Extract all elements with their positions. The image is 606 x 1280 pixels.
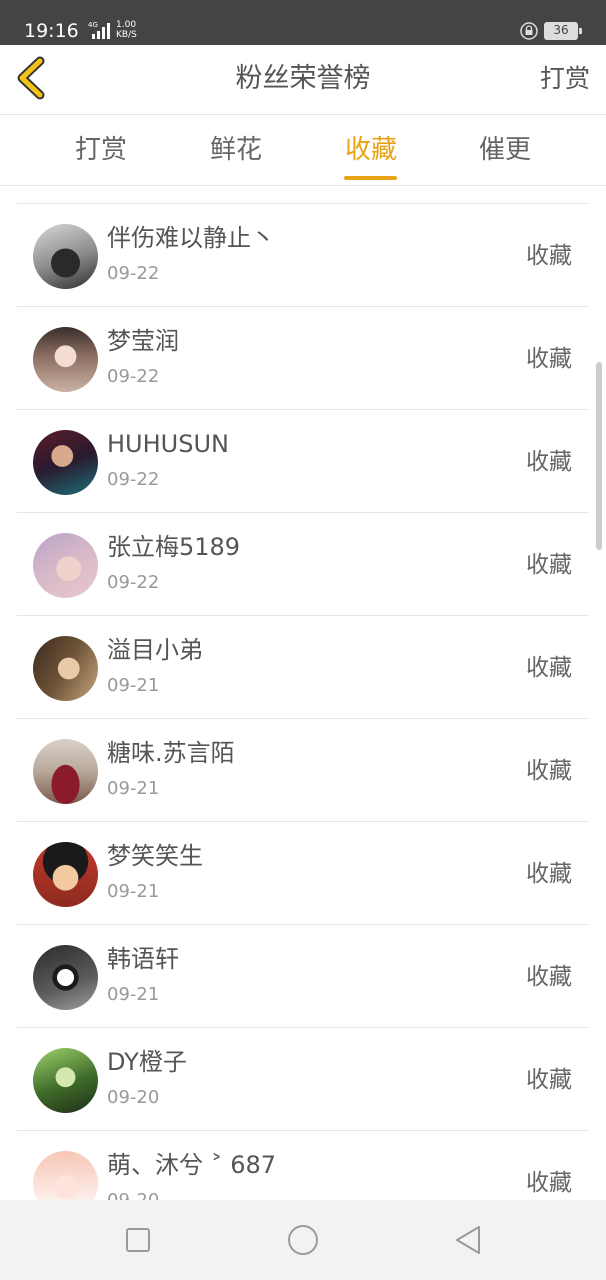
avatar[interactable] [33, 636, 98, 701]
favorite-label: 收藏 [526, 861, 572, 887]
reward-button[interactable]: 打赏 [540, 61, 590, 97]
tab-flowers[interactable]: 鲜花 [186, 132, 286, 168]
fan-date: 09-21 [107, 984, 160, 1005]
avatar[interactable] [33, 430, 98, 495]
active-tab-indicator [344, 176, 397, 180]
square-icon[interactable] [118, 1220, 158, 1260]
fan-name: 梦莹润 [107, 327, 179, 355]
favorite-label: 收藏 [526, 758, 572, 784]
list-item[interactable]: 梦莹润 09-22 收藏 [17, 307, 589, 410]
status-bar: 19:16 4G 1.00 KB/S 36 [0, 0, 606, 45]
list-item[interactable]: 梦笑笑生 09-21 收藏 [17, 822, 589, 925]
list-item[interactable]: 张立梅5189 09-22 收藏 [17, 513, 589, 616]
favorite-label: 收藏 [526, 964, 572, 990]
fan-date: 09-22 [107, 263, 160, 284]
favorite-label: 收藏 [526, 655, 572, 681]
circle-icon[interactable] [283, 1220, 323, 1260]
signal-icon: 4G [84, 20, 112, 40]
fan-name: 梦笑笑生 [107, 842, 203, 870]
page-title: 粉丝荣誉榜 [235, 63, 371, 94]
list-item[interactable]: 溢目小弟 09-21 收藏 [17, 616, 589, 719]
status-time: 19:16 [24, 20, 79, 42]
favorite-label: 收藏 [526, 1067, 572, 1093]
avatar[interactable] [33, 1048, 98, 1113]
favorite-label: 收藏 [526, 1170, 572, 1196]
avatar[interactable] [33, 945, 98, 1010]
fan-name: 韩语轩 [107, 945, 179, 973]
favorite-label: 收藏 [526, 552, 572, 578]
rotation-lock-icon [520, 22, 538, 40]
fan-name: 糖味.苏言陌 [107, 739, 235, 767]
fan-list[interactable]: 伴伤难以静止丶 09-22 收藏 梦莹润 09-22 收藏 HUHUSUN 09… [17, 203, 589, 1200]
fan-name: 伴伤难以静止丶 [107, 224, 275, 252]
list-item[interactable]: 糖味.苏言陌 09-21 收藏 [17, 719, 589, 822]
battery-icon: 36 [544, 22, 582, 40]
avatar[interactable] [33, 533, 98, 598]
fan-date: 09-20 [107, 1189, 159, 1200]
avatar[interactable] [33, 842, 98, 907]
system-nav-bar [0, 1200, 606, 1280]
svg-text:4G: 4G [88, 21, 98, 29]
list-item[interactable]: 萌、沐兮 ˃ 687 09-20 收藏 [17, 1131, 589, 1200]
avatar[interactable] [33, 739, 98, 804]
fan-name: 萌、沐兮 ˃ 687 [107, 1151, 277, 1179]
avatar[interactable] [33, 1151, 98, 1200]
tab-bar: 打赏 鲜花 收藏 催更 [0, 116, 606, 186]
fan-date: 09-22 [107, 366, 160, 387]
tab-reward[interactable]: 打赏 [51, 132, 151, 168]
fan-name: 张立梅5189 [107, 533, 241, 561]
favorite-label: 收藏 [526, 243, 572, 269]
fan-name: HUHUSUN [107, 430, 229, 458]
triangle-back-icon[interactable] [448, 1220, 488, 1260]
avatar[interactable] [33, 327, 98, 392]
fan-date: 09-21 [107, 881, 160, 902]
fan-date: 09-22 [107, 469, 160, 490]
list-item[interactable]: DY橙子 09-20 收藏 [17, 1028, 589, 1131]
avatar[interactable] [33, 224, 98, 289]
tab-urge-update[interactable]: 催更 [455, 132, 555, 168]
fan-name: DY橙子 [107, 1048, 187, 1076]
tab-favorites[interactable]: 收藏 [321, 132, 421, 168]
fan-date: 09-20 [107, 1087, 160, 1108]
fan-date: 09-21 [107, 675, 160, 696]
network-speed: 1.00 KB/S [116, 20, 137, 40]
list-item[interactable]: HUHUSUN 09-22 收藏 [17, 410, 589, 513]
list-item[interactable]: 伴伤难以静止丶 09-22 收藏 [17, 204, 589, 307]
network-speed-value: 1.00 [116, 20, 137, 30]
fan-date: 09-21 [107, 778, 160, 799]
network-speed-unit: KB/S [116, 30, 137, 40]
list-item[interactable]: 韩语轩 09-21 收藏 [17, 925, 589, 1028]
scrollbar[interactable] [596, 362, 602, 550]
fan-name: 溢目小弟 [107, 636, 203, 664]
app-header: 粉丝荣誉榜 打赏 [0, 45, 606, 115]
favorite-label: 收藏 [526, 346, 572, 372]
favorite-label: 收藏 [526, 449, 572, 475]
fan-date: 09-22 [107, 572, 160, 593]
